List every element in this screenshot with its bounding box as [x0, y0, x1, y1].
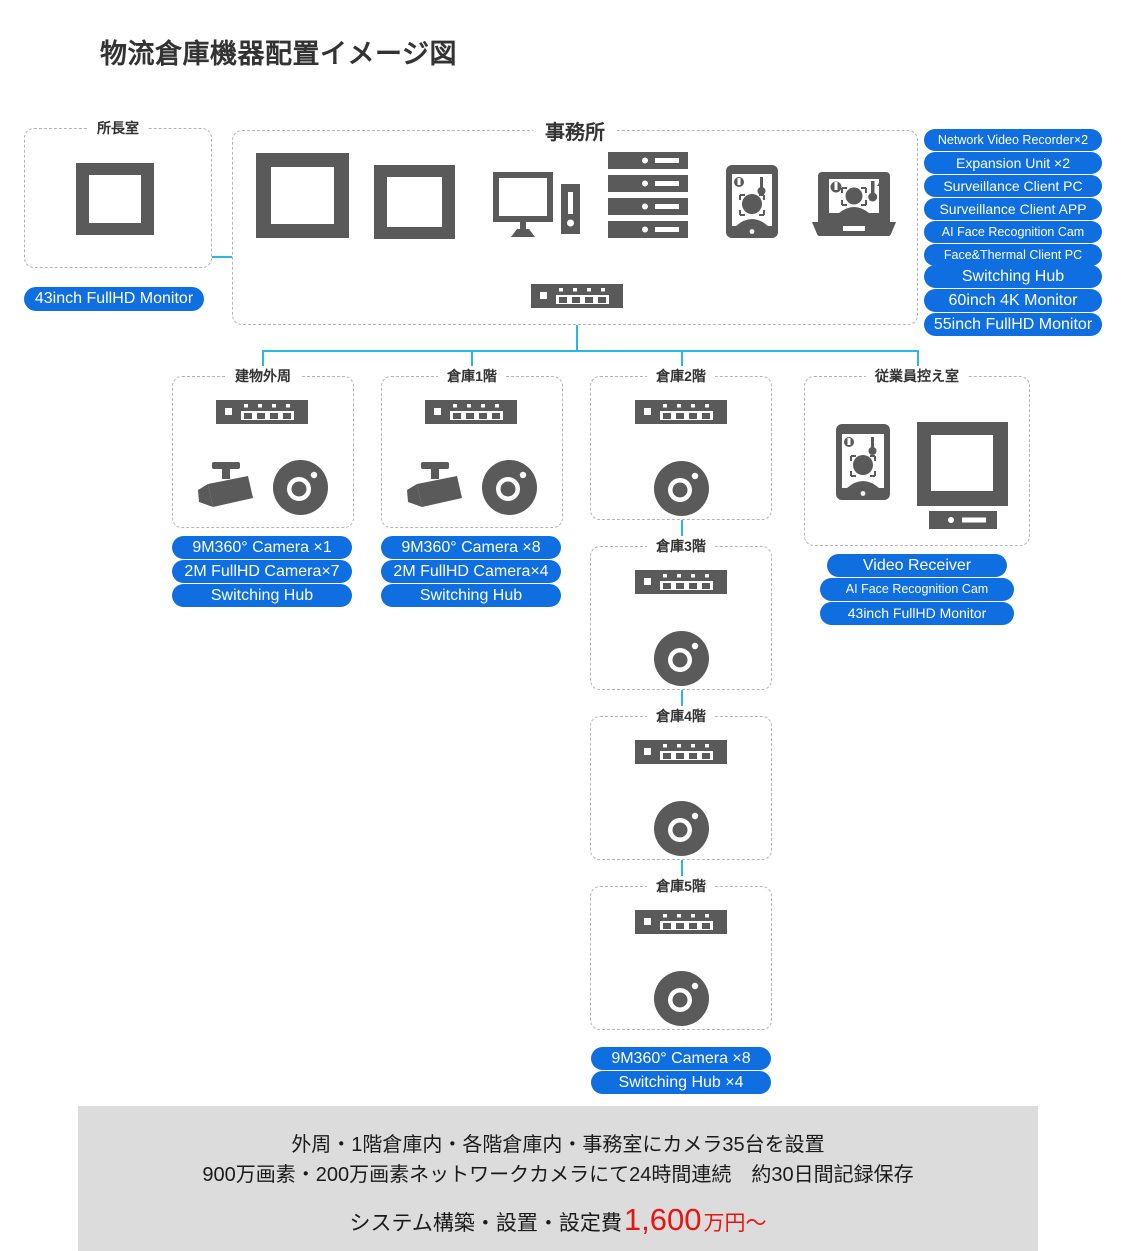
label-perimeter-1: 2M FullHD Camera×7 — [172, 560, 352, 583]
switching-hub-icon — [635, 570, 727, 594]
price-value: 1,600 — [623, 1202, 702, 1237]
dome-360-camera-icon — [482, 460, 537, 515]
label-perimeter-0: 9M360° Camera ×1 — [172, 536, 352, 559]
bullet-camera-icon — [196, 462, 256, 512]
video-receiver-icon — [929, 511, 997, 529]
network-bus-rooms — [262, 350, 918, 352]
bullet-camera-icon — [405, 462, 465, 512]
label-office-7: 60inch 4K Monitor — [924, 289, 1102, 312]
switching-hub-icon — [216, 400, 308, 424]
room-title-warehouse2: 倉庫2階 — [647, 366, 715, 386]
switching-hub-icon — [635, 910, 727, 934]
dome-360-camera-icon — [654, 631, 709, 686]
label-warehouse1-2: Switching Hub — [381, 584, 561, 607]
label-warehouse1-0: 9M360° Camera ×8 — [381, 536, 561, 559]
summary-line-1: 外周・1階倉庫内・各階倉庫内・事務室にカメラ35台を設置 — [291, 1134, 825, 1156]
room-title-warehouse5: 倉庫5階 — [647, 876, 715, 896]
label-office-3: Surveillance Client APP — [924, 198, 1102, 220]
room-title-office: 事務所 — [533, 116, 617, 145]
label-breakroom-0: Video Receiver — [827, 554, 1007, 577]
dome-360-camera-icon — [654, 801, 709, 856]
room-title-warehouse3: 倉庫3階 — [647, 536, 715, 556]
room-title-director: 所長室 — [88, 118, 148, 138]
tablet-face-recognition-icon — [726, 165, 778, 238]
price-unit: 万円〜 — [703, 1212, 767, 1235]
page-title: 物流倉庫機器配置イメージ図 — [100, 39, 457, 69]
label-office-8: 55inch FullHD Monitor — [924, 313, 1102, 336]
label-office-2: Surveillance Client PC — [924, 175, 1102, 197]
dome-360-camera-icon — [273, 460, 328, 515]
diagram-canvas: 物流倉庫機器配置イメージ図 所長室 43inch FullHD Monitor … — [0, 0, 1124, 1251]
tablet-face-recognition-icon — [836, 424, 890, 500]
label-warehouse-floors-0: 9M360° Camera ×8 — [591, 1047, 771, 1070]
price-prefix: システム構築・設置・設定費 — [349, 1212, 622, 1235]
room-title-warehouse1: 倉庫1階 — [438, 366, 506, 386]
summary-line-2: 900万画素・200万画素ネットワークカメラにて24時間連続 約30日間記録保存 — [202, 1164, 914, 1186]
dome-360-camera-icon — [654, 461, 709, 516]
switching-hub-icon — [425, 400, 517, 424]
label-breakroom-1: AI Face Recognition Cam — [820, 578, 1014, 601]
monitor-icon — [917, 422, 1008, 506]
room-title-breakroom: 従業員控え室 — [866, 366, 968, 386]
label-office-1: Expansion Unit ×2 — [924, 152, 1102, 174]
laptop-face-recognition-icon — [810, 172, 898, 236]
label-director-monitor: 43inch FullHD Monitor — [24, 287, 204, 311]
room-title-warehouse4: 倉庫4階 — [647, 706, 715, 726]
monitor-icon — [76, 163, 154, 235]
switching-hub-icon — [635, 400, 727, 424]
label-office-4: AI Face Recognition Cam — [924, 221, 1102, 243]
switching-hub-icon — [531, 284, 623, 308]
dome-360-camera-icon — [654, 971, 709, 1026]
server-rack-icon — [608, 152, 688, 238]
switching-hub-icon — [635, 740, 727, 764]
label-office-6: Switching Hub — [924, 265, 1102, 288]
room-title-perimeter: 建物外周 — [226, 366, 300, 386]
label-office-5: Face&Thermal Client PC — [924, 244, 1102, 266]
summary-panel: 外周・1階倉庫内・各階倉庫内・事務室にカメラ35台を設置 900万画素・200万… — [78, 1106, 1038, 1251]
label-perimeter-2: Switching Hub — [172, 584, 352, 607]
label-breakroom-2: 43inch FullHD Monitor — [820, 602, 1014, 625]
label-office-0: Network Video Recorder×2 — [924, 129, 1102, 151]
monitor-icon — [374, 165, 455, 239]
label-warehouse1-1: 2M FullHD Camera×4 — [381, 560, 561, 583]
desktop-pc-icon — [493, 172, 583, 239]
monitor-icon — [256, 153, 349, 238]
summary-line-3: システム構築・設置・設定費 1,600 万円〜 — [78, 1204, 1038, 1237]
label-warehouse-floors-1: Switching Hub ×4 — [591, 1071, 771, 1094]
